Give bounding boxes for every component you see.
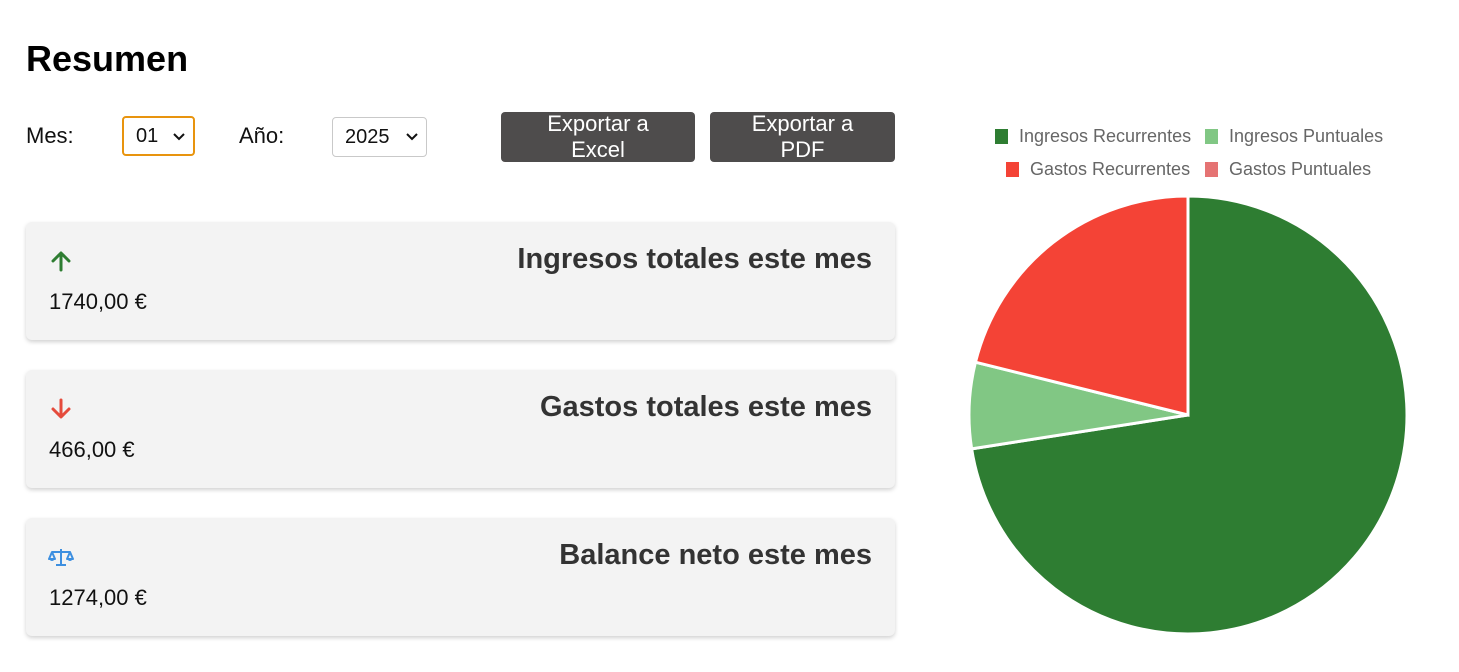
expenses-card-value: 466,00 € — [49, 437, 135, 462]
arrow-down-icon — [51, 398, 71, 419]
expenses-card: Gastos totales este mes 466,00 € — [26, 370, 895, 488]
legend-item[interactable]: Ingresos Recurrentes — [995, 126, 1191, 147]
year-select-value: 2025 — [345, 125, 390, 148]
balance-card-title: Balance neto este mes — [559, 539, 872, 571]
legend-item[interactable]: Ingresos Puntuales — [1205, 126, 1383, 147]
export-excel-button[interactable]: Exportar a Excel — [501, 111, 695, 162]
legend-item[interactable]: Gastos Recurrentes — [1006, 159, 1190, 180]
pie-chart — [967, 194, 1409, 636]
legend-label: Ingresos Recurrentes — [1019, 126, 1192, 146]
chevron-down-icon — [173, 133, 185, 141]
scale-balance-icon — [48, 549, 74, 566]
export-pdf-button[interactable]: Exportar a PDF — [710, 111, 895, 162]
month-select-value: 01 — [136, 124, 159, 147]
income-card: Ingresos totales este mes 1740,00 € — [26, 222, 895, 340]
legend-swatch — [995, 129, 1008, 144]
legend-label: Gastos Puntuales — [1229, 159, 1372, 179]
legend-swatch — [1006, 162, 1019, 177]
balance-card-value: 1274,00 € — [49, 585, 147, 610]
page-title: Resumen — [26, 38, 189, 79]
income-card-value: 1740,00 € — [49, 289, 147, 314]
legend-label: Gastos Recurrentes — [1030, 159, 1191, 179]
year-select[interactable]: 2025 — [332, 117, 427, 157]
arrow-up-icon — [51, 251, 71, 272]
chevron-down-icon — [406, 133, 418, 141]
income-card-title: Ingresos totales este mes — [517, 243, 872, 275]
expenses-card-title: Gastos totales este mes — [539, 391, 872, 423]
year-label: Año: — [239, 123, 285, 148]
legend-swatch — [1205, 129, 1218, 144]
balance-card: Balance neto este mes 1274,00 € — [26, 518, 895, 636]
legend-label: Ingresos Puntuales — [1229, 126, 1384, 146]
legend-swatch — [1205, 162, 1218, 177]
month-label: Mes: — [26, 123, 74, 148]
month-select[interactable]: 01 — [122, 116, 195, 156]
legend-item[interactable]: Gastos Puntuales — [1205, 159, 1371, 180]
